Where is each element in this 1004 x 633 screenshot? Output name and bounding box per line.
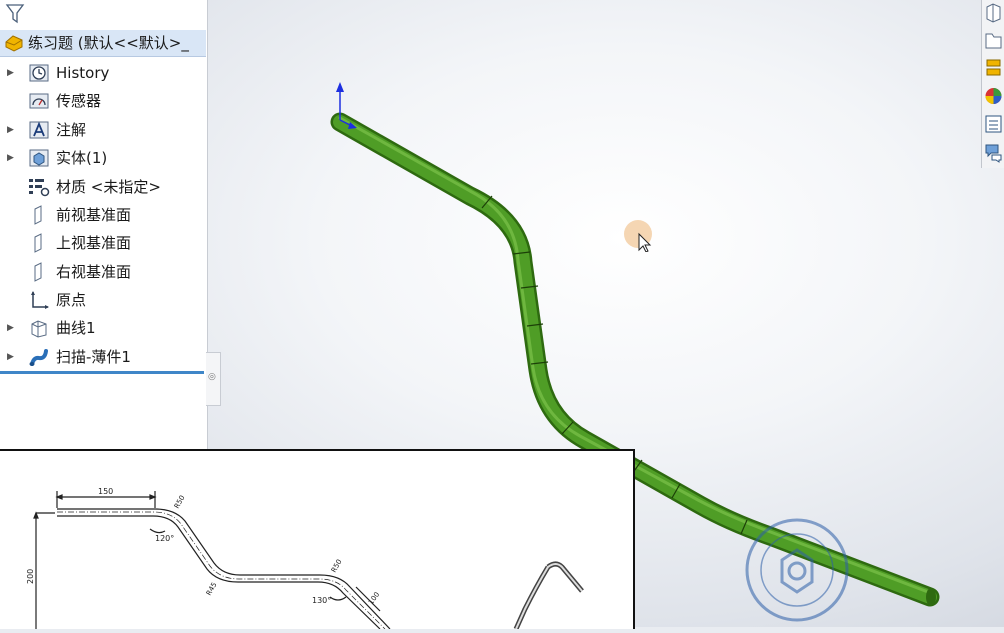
appearance-icon[interactable] [983, 84, 1004, 108]
angle-1-label: 120° [155, 534, 174, 543]
solid-body-icon [29, 149, 49, 167]
expand-arrow-icon[interactable]: ▶ [7, 152, 17, 164]
angle-2-label: 130° [312, 596, 331, 605]
mouse-cursor-icon [624, 220, 652, 252]
tree-item-origin[interactable]: 原点 [0, 287, 206, 313]
curve-icon [31, 320, 47, 338]
reference-drawing-sketch: 150 200 R50 120° R45 R50 130° 100 [26, 487, 584, 631]
dim-height-label: 200 [26, 569, 35, 584]
forum-icon[interactable] [983, 140, 1004, 164]
task-pane-toolbar [981, 0, 1004, 168]
dim-extra-label: 100 [367, 591, 381, 607]
design-library-icon[interactable] [983, 56, 1004, 80]
plane-icon [34, 233, 42, 253]
tree-item-label: 前视基准面 [56, 206, 132, 224]
tree-item-label: 传感器 [56, 92, 102, 110]
dim-radius-2-label: R45 [205, 581, 219, 597]
tree-root-part[interactable]: 练习题 (默认<<默认>_ [0, 30, 206, 57]
feature-manager-tree: 练习题 (默认<<默认>_ ▶ History 传感器 ▶ 注解 ▶ 实体(1)… [0, 0, 208, 450]
expand-arrow-icon[interactable]: ▶ [7, 322, 17, 334]
part-icon [5, 35, 23, 52]
origin-icon [31, 291, 49, 309]
rollback-bar[interactable] [0, 371, 204, 374]
tree-item-history[interactable]: ▶ History [0, 60, 206, 86]
tree-item-curve1[interactable]: ▶ 曲线1 [0, 315, 206, 341]
annotation-icon [29, 121, 49, 139]
tree-item-top-plane[interactable]: 上视基准面 [0, 230, 206, 256]
tree-item-sweep-thin1[interactable]: ▶ 扫描-薄件1 [0, 344, 206, 370]
plane-icon [34, 205, 42, 225]
tree-item-label: 扫描-薄件1 [56, 348, 131, 366]
sensor-icon [29, 93, 49, 109]
tree-item-sensors[interactable]: 传感器 [0, 88, 206, 114]
sweep-icon [29, 349, 48, 366]
material-icon [29, 179, 50, 197]
tree-item-label: 上视基准面 [56, 234, 132, 252]
history-icon [29, 64, 49, 82]
tree-item-label: 实体(1) [56, 149, 108, 167]
dim-length-label: 150 [98, 487, 113, 496]
school-logo-watermark [745, 518, 849, 622]
expand-arrow-icon[interactable]: ▶ [7, 67, 17, 79]
properties-icon[interactable] [983, 112, 1004, 136]
tree-item-label: 曲线1 [56, 319, 96, 337]
tree-item-front-plane[interactable]: 前视基准面 [0, 202, 206, 228]
expand-arrow-icon[interactable]: ▶ [7, 124, 17, 136]
splitter-grip-icon: ◎ [208, 372, 216, 382]
view-icon[interactable] [983, 1, 1004, 25]
reference-drawing: 150 200 R50 120° R45 R50 130° 100 [0, 449, 635, 631]
tree-item-label: 材质 <未指定> [56, 178, 161, 196]
tree-item-solid-bodies[interactable]: ▶ 实体(1) [0, 145, 206, 171]
dim-radius-1-label: R50 [173, 494, 187, 510]
folder-icon[interactable] [983, 28, 1004, 52]
plane-icon [34, 262, 42, 282]
tree-item-label: History [56, 64, 110, 82]
panel-splitter[interactable]: ◎ [206, 352, 221, 406]
dim-radius-3-label: R50 [330, 558, 344, 574]
tree-root-label: 练习题 (默认<<默认>_ [28, 34, 189, 52]
tree-item-label: 右视基准面 [56, 263, 132, 281]
filter-icon[interactable] [4, 2, 26, 26]
tree-item-right-plane[interactable]: 右视基准面 [0, 259, 206, 285]
tree-item-label: 注解 [56, 121, 87, 139]
tree-item-material[interactable]: 材质 <未指定> [0, 174, 206, 200]
tree-item-label: 原点 [56, 291, 87, 309]
expand-arrow-icon[interactable]: ▶ [7, 351, 17, 363]
tree-item-annotations[interactable]: ▶ 注解 [0, 117, 206, 143]
